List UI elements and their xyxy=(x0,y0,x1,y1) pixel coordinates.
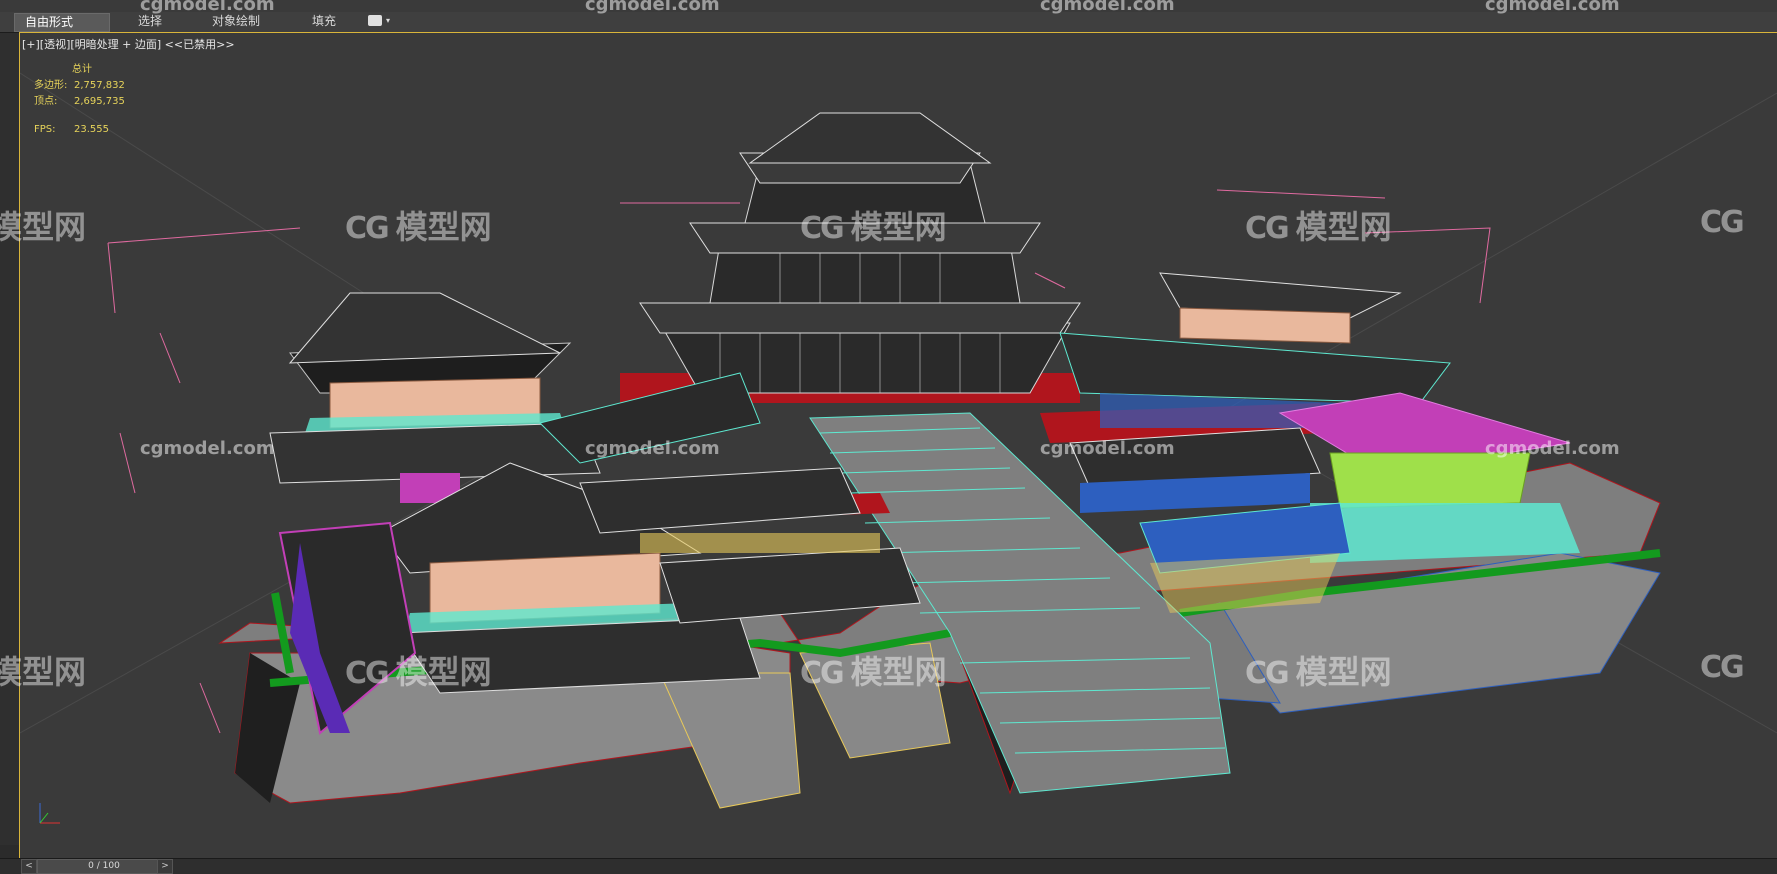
watermark-logo: 模型网 xyxy=(0,653,87,691)
watermark-url: cgmodel.com xyxy=(140,438,275,459)
timeline-next-button[interactable]: > xyxy=(157,859,173,874)
watermark-logo: CG 模型网 xyxy=(800,208,947,246)
timeline-prev-button[interactable]: < xyxy=(21,859,37,874)
watermark-logo: CG 模型网 xyxy=(1245,208,1392,246)
fps-label: FPS: xyxy=(34,124,56,135)
watermark-logo: 模型网 xyxy=(0,208,87,246)
watermark-url: cgmodel.com xyxy=(1040,438,1175,459)
chevron-down-icon[interactable]: ▾ xyxy=(386,16,390,25)
left-command-strip xyxy=(0,33,20,845)
watermark-url: cgmodel.com xyxy=(140,0,275,15)
verts-value: 2,695,735 xyxy=(74,96,125,107)
scene-statistics: 总计 多边形: 2,757,832 顶点: 2,695,735 FPS: 23.555 xyxy=(34,62,125,138)
watermark-url: cgmodel.com xyxy=(1040,0,1175,15)
watermark-logo: CG 模型网 xyxy=(800,653,947,691)
watermark-url: cgmodel.com xyxy=(585,0,720,15)
watermark-url: cgmodel.com xyxy=(1485,0,1620,15)
tab-populate[interactable]: 填充 xyxy=(302,13,346,30)
stats-header: 总计 xyxy=(72,64,92,75)
tab-selection[interactable]: 选择 xyxy=(128,13,172,30)
watermark-logo: CG 模型网 xyxy=(345,653,492,691)
ribbon-tab-bar: 自由形式 选择 对象绘制 填充 ▾ xyxy=(0,12,1777,33)
axis-gizmo xyxy=(39,803,60,824)
verts-label: 顶点: xyxy=(34,96,58,107)
polys-value: 2,757,832 xyxy=(74,80,125,91)
watermark-logo: CG 模型网 xyxy=(345,208,492,246)
timeline-bar xyxy=(0,858,1777,874)
polys-label: 多边形: xyxy=(34,80,68,91)
watermark-url: cgmodel.com xyxy=(585,438,720,459)
watermark-logo: CG xyxy=(1700,205,1745,240)
watermark-logo: CG xyxy=(1700,650,1745,685)
fps-value: 23.555 xyxy=(74,124,109,135)
time-slider[interactable]: 0 / 100 xyxy=(37,859,171,874)
ribbon-options-icon[interactable] xyxy=(368,15,382,26)
tab-freeform[interactable]: 自由形式 xyxy=(14,13,110,32)
tab-object-paint[interactable]: 对象绘制 xyxy=(202,13,270,30)
viewport-label[interactable]: [+][透视][明暗处理 + 边面] <<已禁用>> xyxy=(22,36,235,52)
watermark-logo: CG 模型网 xyxy=(1245,653,1392,691)
watermark-url: cgmodel.com xyxy=(1485,438,1620,459)
